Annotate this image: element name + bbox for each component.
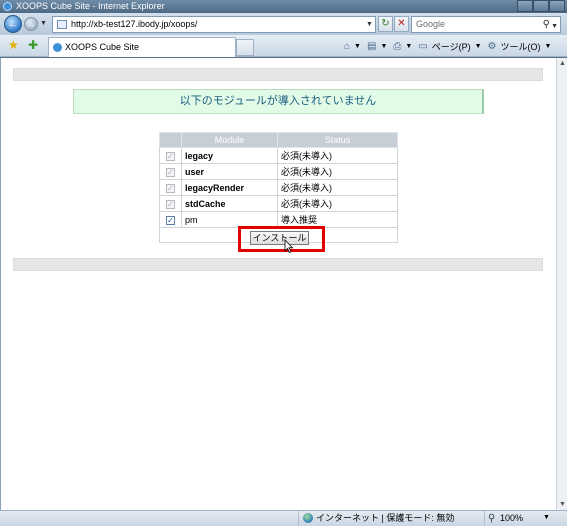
row-checkbox-cell: ✓: [159, 163, 182, 180]
tab-xoops-cube-site[interactable]: XOOPS Cube Site: [48, 37, 236, 57]
address-input[interactable]: http://xb-test127.ibody.jp/xoops/: [52, 16, 376, 33]
table-row: ✓ legacy 必須(未導入): [159, 147, 398, 164]
module-checkbox: ✓: [166, 151, 175, 161]
notice-message: 以下のモジュールが導入されていません: [73, 89, 484, 114]
address-toolbar: ← → ▼ http://xb-test127.ibody.jp/xoops/ …: [0, 13, 567, 35]
module-status: 必須(未導入): [277, 163, 398, 180]
search-icon[interactable]: ⚲: [543, 17, 550, 32]
gear-icon: ⚙: [487, 40, 497, 52]
page-menu-icon: ▭: [418, 40, 428, 52]
ie-page-icon: [53, 43, 62, 52]
header-module: Module: [181, 132, 278, 148]
security-zone: インターネット | 保護モード: 無効: [316, 513, 455, 523]
module-checkbox: ✓: [166, 183, 175, 193]
table-header-row: Module Status: [159, 132, 398, 148]
install-button[interactable]: インストール: [250, 231, 309, 245]
home-icon[interactable]: ⌂: [344, 41, 350, 52]
stop-button[interactable]: ✕: [394, 16, 409, 32]
tools-dropdown-icon[interactable]: ▼: [545, 43, 552, 50]
tab-toolbar: ★ ✚ XOOPS Cube Site ⌂ ▼ ▤ ▼ ⎙ ▼ ▭ ページ(P) ▼ ⚙ ツ…: [0, 35, 567, 57]
scroll-down-icon[interactable]: ▼: [559, 501, 566, 508]
window-title-bar: XOOPS Cube Site - Internet Explorer: [0, 0, 567, 13]
search-dropdown-icon[interactable]: ▼: [551, 19, 558, 34]
status-divider: [298, 511, 299, 526]
home-dropdown-icon[interactable]: ▼: [354, 43, 361, 50]
page-content: 以下のモジュールが導入されていません Module Status ✓ legac…: [0, 58, 556, 510]
table-row: ✓ legacyRender 必須(未導入): [159, 179, 398, 196]
module-name: stdCache: [181, 195, 278, 212]
vertical-scrollbar[interactable]: ▲ ▼: [556, 58, 567, 510]
row-checkbox-cell: ✓: [159, 179, 182, 196]
address-url: http://xb-test127.ibody.jp/xoops/: [71, 19, 198, 29]
zoom-level[interactable]: 100%: [500, 512, 523, 525]
module-checkbox: ✓: [166, 167, 175, 177]
print-dropdown-icon[interactable]: ▼: [405, 43, 412, 50]
zoom-dropdown-icon[interactable]: ▼: [543, 514, 550, 521]
tools-menu[interactable]: ツール(O): [501, 40, 541, 53]
module-status: 必須(未導入): [277, 179, 398, 196]
maximize-button[interactable]: [533, 0, 549, 12]
window-title: XOOPS Cube Site - Internet Explorer: [16, 1, 165, 11]
row-checkbox-cell: ✓: [159, 147, 182, 164]
module-name: user: [181, 163, 278, 180]
module-status: 必須(未導入): [277, 195, 398, 212]
zoom-icon[interactable]: ⚲: [488, 512, 495, 525]
module-name: legacy: [181, 147, 278, 164]
search-input[interactable]: Google ⚲ ▼: [411, 16, 561, 33]
module-checkbox: ✓: [166, 199, 175, 209]
ie-logo-icon: [3, 2, 12, 11]
refresh-button[interactable]: ↻: [378, 16, 393, 32]
search-placeholder: Google: [416, 19, 446, 29]
back-button[interactable]: ←: [4, 15, 22, 33]
forward-arrow-icon: →: [26, 19, 36, 29]
scroll-up-icon[interactable]: ▲: [559, 60, 566, 67]
install-highlight: インストール: [238, 226, 325, 252]
mouse-cursor-icon: [284, 239, 294, 253]
status-bar: インターネット | 保護モード: 無効 ⚲ 100% ▼: [0, 510, 567, 526]
internet-globe-icon: [303, 513, 313, 523]
stop-icon: ✕: [397, 18, 406, 29]
page-menu[interactable]: ページ(P): [432, 40, 471, 53]
row-checkbox-cell: ✓: [159, 195, 182, 212]
minimize-button[interactable]: [517, 0, 533, 12]
footer-bar: [13, 258, 543, 271]
back-arrow-icon: ←: [7, 18, 19, 30]
tab-label: XOOPS Cube Site: [65, 42, 140, 52]
table-row: ✓ user 必須(未導入): [159, 163, 398, 180]
header-status: Status: [277, 132, 398, 148]
command-bar: ⌂ ▼ ▤ ▼ ⎙ ▼ ▭ ページ(P) ▼ ⚙ ツール(O) ▼: [344, 38, 557, 54]
print-icon[interactable]: ⎙: [393, 41, 401, 52]
window-controls: [517, 0, 565, 12]
page-dropdown-icon[interactable]: ▼: [475, 43, 482, 50]
favorites-star-icon[interactable]: ★: [8, 38, 19, 52]
module-checkbox[interactable]: ✓: [166, 215, 175, 225]
status-divider: [484, 511, 485, 526]
page-icon: [57, 20, 67, 29]
feeds-icon[interactable]: ▤: [367, 41, 376, 52]
close-window-button[interactable]: [549, 0, 565, 12]
history-dropdown-icon[interactable]: ▼: [40, 20, 47, 27]
address-dropdown-icon[interactable]: ▼: [366, 21, 373, 28]
module-name: legacyRender: [181, 179, 278, 196]
header-bar: [13, 68, 543, 81]
add-favorites-icon[interactable]: ✚: [28, 38, 38, 52]
module-status: 必須(未導入): [277, 147, 398, 164]
refresh-icon: ↻: [381, 18, 390, 29]
feeds-dropdown-icon[interactable]: ▼: [380, 43, 387, 50]
row-checkbox-cell: ✓: [159, 211, 182, 228]
header-checkbox: [159, 132, 182, 148]
new-tab-button[interactable]: [236, 39, 254, 56]
forward-button[interactable]: →: [24, 17, 38, 31]
table-row: ✓ stdCache 必須(未導入): [159, 195, 398, 212]
